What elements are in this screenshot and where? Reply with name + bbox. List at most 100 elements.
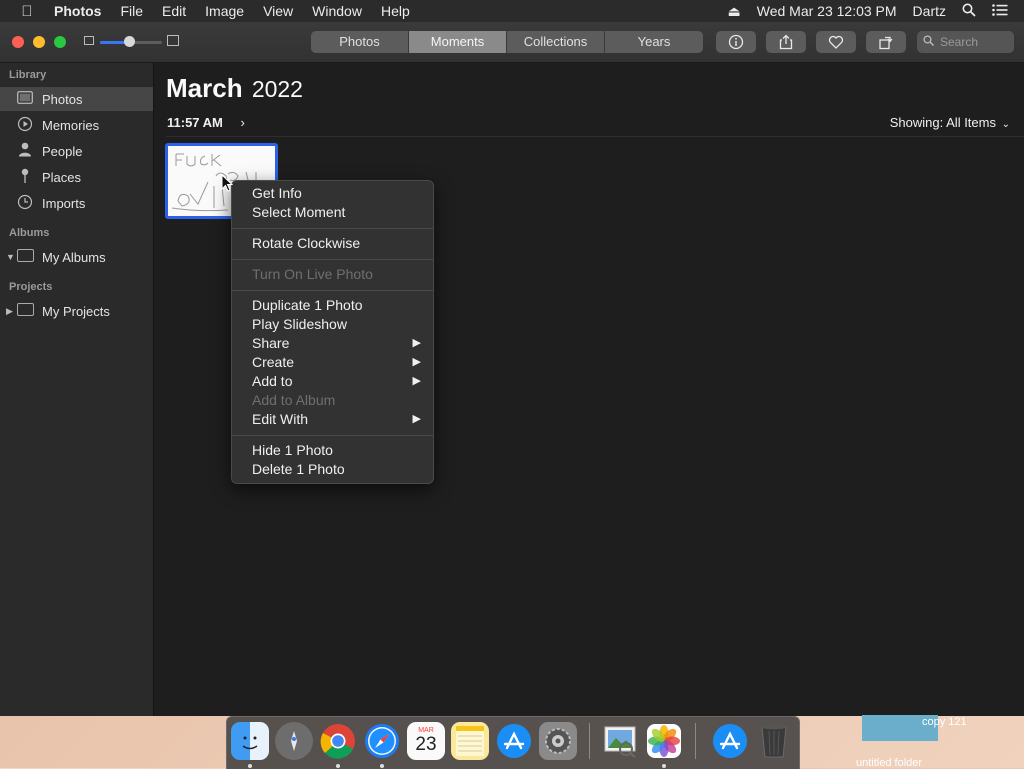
photos-app-icon[interactable] — [645, 722, 683, 760]
memories-icon — [16, 116, 34, 135]
submenu-arrow-icon: ▶ — [413, 372, 421, 391]
fullscreen-button[interactable] — [54, 36, 66, 48]
minimize-button[interactable] — [33, 36, 45, 48]
dock-separator — [589, 723, 590, 759]
toolbar: Photos Moments Collections Years Search — [0, 22, 1024, 63]
system-preferences-icon[interactable] — [539, 722, 577, 760]
sidebar-item-my-albums[interactable]: ▼ My Albums — [0, 245, 153, 269]
favorite-button[interactable] — [816, 31, 856, 53]
sidebar-item-label: Imports — [42, 196, 85, 211]
menu-item-duplicate-photo[interactable]: Duplicate 1 Photo — [252, 296, 421, 315]
menu-item-create[interactable]: Create ▶ — [252, 353, 421, 372]
tab-moments[interactable]: Moments — [409, 31, 507, 53]
menu-item-edit-with[interactable]: Edit With ▶ — [252, 410, 421, 429]
menu-help[interactable]: Help — [381, 3, 410, 19]
menu-item-turn-on-live-photo: Turn On Live Photo — [252, 265, 421, 284]
photos-icon — [16, 91, 34, 107]
people-icon — [16, 142, 34, 160]
menu-item-rotate-clockwise[interactable]: Rotate Clockwise — [252, 234, 421, 253]
disclosure-closed-icon[interactable]: ▶ — [6, 306, 13, 317]
menu-edit[interactable]: Edit — [162, 3, 186, 19]
chrome-icon[interactable] — [319, 722, 357, 760]
rotate-button[interactable] — [866, 31, 906, 53]
finder-icon[interactable] — [231, 722, 269, 760]
menu-app-name[interactable]: Photos — [54, 3, 101, 19]
menu-item-add-to[interactable]: Add to ▶ — [252, 372, 421, 391]
menu-window[interactable]: Window — [312, 3, 362, 19]
sidebar-item-label: People — [42, 144, 82, 159]
search-field[interactable]: Search — [917, 31, 1014, 53]
downloads-stack-icon[interactable] — [711, 722, 749, 760]
apple-menu-icon[interactable]:  — [18, 3, 36, 20]
disclosure-open-icon[interactable]: ▼ — [6, 252, 15, 262]
running-indicator — [380, 764, 384, 768]
folder-icon — [16, 303, 34, 319]
tab-collections[interactable]: Collections — [507, 31, 605, 53]
zoom-slider[interactable] — [100, 41, 162, 44]
moment-header[interactable]: 11:57 AM › — [167, 115, 245, 130]
sidebar-item-photos[interactable]: Photos — [0, 87, 153, 111]
title-month: March — [166, 73, 243, 103]
notification-center-icon[interactable] — [992, 3, 1008, 19]
safari-icon[interactable] — [363, 722, 401, 760]
calendar-day: 23 — [415, 735, 436, 755]
spotlight-icon[interactable] — [962, 3, 976, 20]
places-icon — [16, 168, 34, 187]
menu-file[interactable]: File — [120, 3, 143, 19]
sidebar-item-label: Photos — [42, 92, 82, 107]
running-indicator — [662, 764, 666, 768]
divider — [166, 136, 1024, 137]
dock-separator — [695, 723, 696, 759]
sidebar-item-people[interactable]: People — [0, 139, 153, 163]
sidebar-item-imports[interactable]: Imports — [0, 191, 153, 215]
menu-user[interactable]: Dartz — [913, 3, 946, 19]
sidebar-item-memories[interactable]: Memories — [0, 113, 153, 137]
info-icon — [728, 34, 744, 50]
menu-item-select-moment[interactable]: Select Moment — [252, 203, 421, 222]
zoom-out-icon[interactable] — [84, 36, 94, 45]
share-button[interactable] — [766, 31, 806, 53]
menu-separator — [232, 290, 433, 291]
dock: MAR 23 — [226, 716, 800, 769]
eject-icon[interactable]: ⏏ — [728, 3, 741, 20]
menu-separator — [232, 435, 433, 436]
running-indicator — [336, 764, 340, 768]
moment-time: 11:57 AM — [167, 115, 223, 130]
sidebar-header-projects: Projects — [9, 281, 52, 293]
showing-filter[interactable]: Showing: All Items ⌄ — [890, 115, 1010, 130]
imports-icon — [16, 194, 34, 213]
menu-separator — [232, 228, 433, 229]
menu-item-delete-photo[interactable]: Delete 1 Photo — [252, 460, 421, 479]
zoom-in-icon[interactable] — [167, 35, 179, 46]
preview-icon[interactable] — [601, 722, 639, 760]
submenu-arrow-icon: ▶ — [413, 353, 421, 372]
heart-icon — [828, 34, 844, 50]
menu-item-hide-photo[interactable]: Hide 1 Photo — [252, 441, 421, 460]
menu-view[interactable]: View — [263, 3, 293, 19]
mouse-cursor-icon — [221, 174, 233, 197]
chevron-right-icon[interactable]: › — [241, 115, 245, 130]
zoom-slider-knob[interactable] — [124, 36, 135, 47]
menu-image[interactable]: Image — [205, 3, 244, 19]
menu-item-play-slideshow[interactable]: Play Slideshow — [252, 315, 421, 334]
sidebar-item-my-projects[interactable]: ▶ My Projects — [0, 299, 153, 323]
menu-item-share[interactable]: Share ▶ — [252, 334, 421, 353]
menu-item-label: Add to — [252, 373, 292, 389]
share-icon — [778, 34, 794, 50]
tab-photos[interactable]: Photos — [311, 31, 409, 53]
launchpad-icon[interactable] — [275, 722, 313, 760]
app-store-icon[interactable] — [495, 722, 533, 760]
info-button[interactable] — [716, 31, 756, 53]
submenu-arrow-icon: ▶ — [413, 334, 421, 353]
menu-separator — [232, 259, 433, 260]
tab-years[interactable]: Years — [605, 31, 703, 53]
folder-icon — [16, 249, 34, 265]
menu-item-get-info[interactable]: Get Info — [252, 184, 421, 203]
sidebar-item-places[interactable]: Places — [0, 165, 153, 189]
menu-clock[interactable]: Wed Mar 23 12:03 PM — [757, 3, 897, 19]
calendar-icon[interactable]: MAR 23 — [407, 722, 445, 760]
menu-extras: ⏏ Wed Mar 23 12:03 PM Dartz — [728, 3, 1024, 20]
close-button[interactable] — [12, 36, 24, 48]
notes-icon[interactable] — [451, 722, 489, 760]
trash-icon[interactable] — [755, 722, 793, 760]
